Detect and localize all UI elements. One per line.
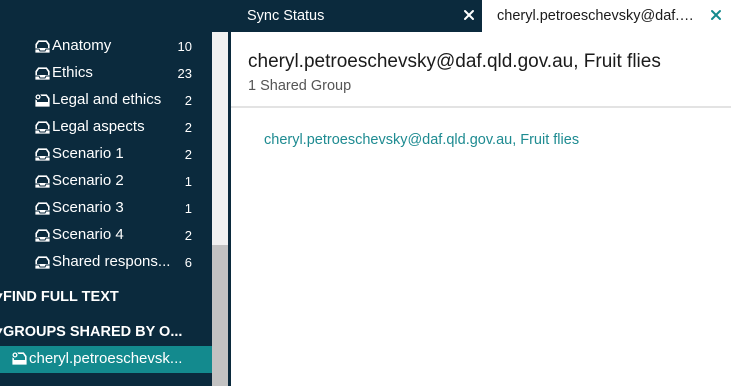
scrollbar-thumb[interactable] xyxy=(212,245,228,386)
tab-sync-status[interactable]: Sync Status xyxy=(212,0,482,32)
sidebar-item-label: Scenario 2 xyxy=(52,172,124,189)
sidebar-item-count: 2 xyxy=(184,120,192,135)
sidebar-item-shared-responsibilities[interactable]: Shared respons... 6 xyxy=(0,249,212,276)
sidebar-item-label: Scenario 3 xyxy=(52,199,124,216)
sidebar-item-count: 10 xyxy=(177,39,192,54)
group-icon xyxy=(34,66,51,81)
sidebar-item-scenario-2[interactable]: Scenario 2 1 xyxy=(0,168,212,195)
group-icon xyxy=(34,120,51,135)
sidebar-item-scenario-3[interactable]: Scenario 3 1 xyxy=(0,195,212,222)
shared-group-icon xyxy=(11,351,28,366)
tab-bar: Sync Status cheryl.petroeschevsky@daf.ql… xyxy=(212,0,731,32)
sidebar-item-label: Shared respons... xyxy=(52,253,171,270)
section-groups-shared[interactable]: ▾ GROUPS SHARED BY O... xyxy=(0,319,212,346)
sidebar-item-ethics[interactable]: Ethics 23 xyxy=(0,60,212,87)
shared-group-link[interactable]: cheryl.petroeschevsky@daf.qld.gov.au, Fr… xyxy=(264,132,579,148)
shared-group-icon xyxy=(34,93,51,108)
sidebar-item-legal-and-ethics[interactable]: Legal and ethics 2 xyxy=(0,87,212,114)
divider xyxy=(231,106,731,108)
page-subtitle: 1 Shared Group xyxy=(248,78,352,94)
main-panel: cheryl.petroeschevsky@daf.qld.gov.au, Fr… xyxy=(228,32,731,386)
group-icon xyxy=(34,147,51,162)
sidebar-item-label: cheryl.petroeschevsk... xyxy=(29,350,183,367)
sidebar-item-anatomy[interactable]: Anatomy 10 xyxy=(0,33,212,60)
chevron-down-icon: ▾ xyxy=(0,289,2,305)
sidebar-item-scenario-4[interactable]: Scenario 4 2 xyxy=(0,222,212,249)
sidebar-item-label: Anatomy xyxy=(52,37,112,54)
sidebar-item-shared-group[interactable]: cheryl.petroeschevsk... xyxy=(0,346,212,373)
group-icon xyxy=(34,39,51,54)
tab-label: Sync Status xyxy=(247,8,325,24)
sidebar-item-label: Scenario 4 xyxy=(52,226,124,243)
sidebar-item-count: 1 xyxy=(184,174,192,189)
sidebar-item-label: Scenario 1 xyxy=(52,145,124,162)
sidebar-item-label: Ethics xyxy=(52,64,93,81)
sidebar-item-count: 1 xyxy=(184,201,192,216)
tab-shared-group[interactable]: cheryl.petroeschevsky@daf.qld.gov.au, Fr… xyxy=(482,0,731,32)
sidebar-item-count: 6 xyxy=(184,255,192,270)
sidebar-item-count: 23 xyxy=(177,66,192,81)
group-icon xyxy=(34,174,51,189)
sidebar-item-label: Legal aspects xyxy=(52,118,145,135)
chevron-down-icon: ▾ xyxy=(0,324,2,340)
sidebar-item-count: 2 xyxy=(184,228,192,243)
section-label: GROUPS SHARED BY O... xyxy=(3,324,183,340)
group-icon xyxy=(34,255,51,270)
section-label: FIND FULL TEXT xyxy=(3,289,119,305)
page-title: cheryl.petroeschevsky@daf.qld.gov.au, Fr… xyxy=(248,51,661,72)
group-icon xyxy=(34,201,51,216)
group-icon xyxy=(34,228,51,243)
sidebar-item-count: 2 xyxy=(184,147,192,162)
section-find-full-text[interactable]: ▾ FIND FULL TEXT xyxy=(0,284,212,311)
sidebar-item-label: Legal and ethics xyxy=(52,91,162,108)
sidebar-item-legal-aspects[interactable]: Legal aspects 2 xyxy=(0,114,212,141)
close-icon[interactable] xyxy=(460,6,478,24)
sidebar-item-count: 2 xyxy=(184,93,192,108)
tab-label: cheryl.petroeschevsky@daf.qld.gov.au, Fr… xyxy=(497,8,697,24)
close-icon[interactable] xyxy=(707,6,725,24)
sidebar-item-scenario-1[interactable]: Scenario 1 2 xyxy=(0,141,212,168)
sidebar: Anatomy 10 Ethics 23 Legal and ethics 2 … xyxy=(0,0,212,386)
